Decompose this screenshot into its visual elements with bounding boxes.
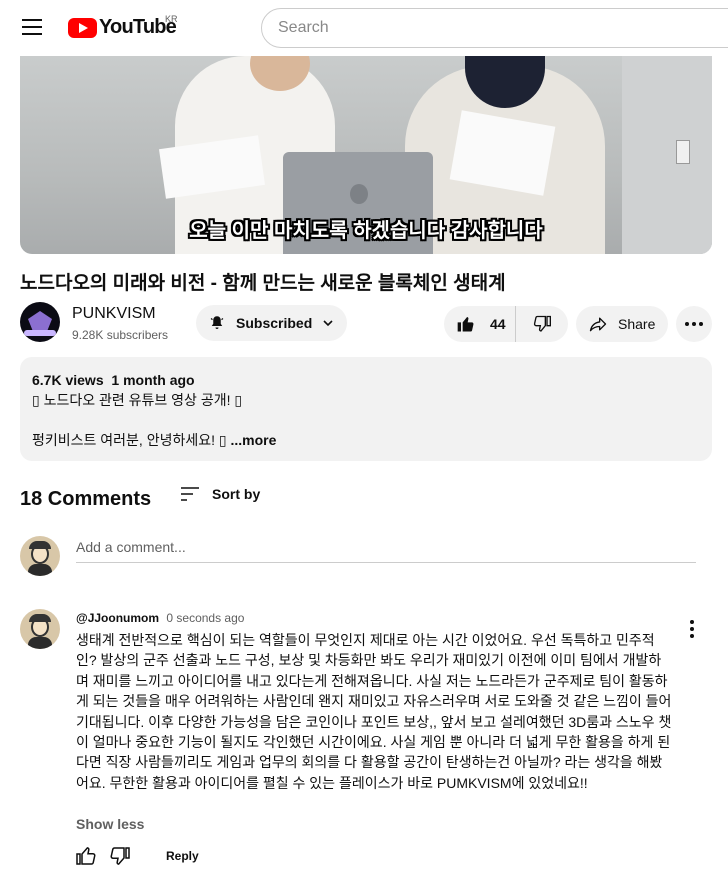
show-less-link[interactable]: Show less — [76, 816, 144, 832]
comment-menu-icon[interactable] — [684, 620, 700, 638]
comment-text: 생태계 전반적으로 핵심이 되는 역할들이 무엇인지 제대로 아는 시간 이었어… — [76, 632, 672, 791]
comment-header: @JJoonumom 0 seconds ago — [76, 611, 244, 625]
comment-time[interactable]: 0 seconds ago — [166, 611, 244, 625]
user-avatar — [20, 536, 60, 576]
subscribe-button[interactable]: Subscribed — [196, 305, 347, 341]
comment-avatar[interactable] — [20, 609, 60, 649]
chevron-down-icon — [323, 320, 333, 327]
more-actions-button[interactable] — [676, 306, 712, 342]
share-label: Share — [618, 316, 656, 332]
add-comment-input[interactable]: Add a comment... — [76, 539, 696, 563]
top-bar: YouTube KR Search — [0, 0, 728, 56]
subscribe-label: Subscribed — [236, 315, 313, 331]
country-code: KR — [165, 14, 178, 24]
like-button[interactable]: 44 — [444, 306, 516, 342]
dislike-button[interactable] — [516, 306, 568, 342]
thumbs-up-icon — [457, 317, 474, 332]
bell-icon — [210, 316, 224, 329]
apple-logo-icon — [350, 184, 368, 204]
view-count: 6.7K views — [32, 372, 104, 388]
description-line-2-wrap: 펑키비스트 여러분, 안녕하세요! ▯ ...more — [32, 430, 700, 450]
channel-name[interactable]: PUNKVISM — [72, 305, 156, 323]
video-title: 노드다오의 미래와 비전 - 함께 만드는 새로운 블록체인 생태계 — [20, 273, 506, 294]
like-dislike-group: 44 — [444, 306, 568, 342]
comment-actions: Reply — [74, 844, 199, 868]
sort-label: Sort by — [212, 486, 261, 502]
reply-button[interactable]: Reply — [166, 849, 199, 863]
sort-button[interactable]: Sort by — [180, 486, 260, 502]
video-caption: 오늘 이만 마치도록 하겠습니다 감사합니다 — [189, 220, 543, 242]
more-horizontal-icon — [685, 322, 703, 326]
upload-age: 1 month ago — [111, 372, 195, 388]
sort-icon — [181, 487, 199, 501]
menu-icon[interactable] — [22, 19, 42, 35]
avatar-body — [28, 637, 52, 649]
comment-like-icon[interactable] — [74, 844, 98, 868]
like-count: 44 — [490, 316, 506, 332]
description-line-2: 펑키비스트 여러분, 안녕하세요! ▯ — [32, 432, 227, 448]
youtube-logo[interactable]: YouTube — [68, 16, 177, 39]
subscriber-count: 9.28K subscribers — [72, 328, 169, 342]
description-box[interactable]: 6.7K views 1 month ago ▯ 노드다오 관련 유튜브 영상 … — [20, 357, 712, 461]
avatar-cap — [29, 541, 51, 549]
channel-avatar[interactable] — [20, 302, 60, 342]
share-button[interactable]: Share — [576, 306, 668, 342]
share-icon — [589, 317, 607, 332]
avatar-cap — [29, 614, 51, 622]
more-link[interactable]: ...more — [230, 432, 276, 448]
avatar-body — [28, 564, 52, 576]
thumbs-down-icon — [533, 315, 551, 332]
play-logo-icon — [68, 17, 97, 38]
video-player[interactable]: 오늘 이만 마치도록 하겠습니다 감사합니다 — [20, 56, 712, 254]
view-meta: 6.7K views 1 month ago — [32, 370, 700, 390]
search-input[interactable]: Search — [261, 8, 728, 48]
comments-count: 18 Comments — [20, 488, 152, 510]
video-switch-plate — [676, 140, 690, 164]
comment-author[interactable]: @JJoonumom — [76, 611, 159, 625]
comment-dislike-icon[interactable] — [108, 844, 132, 868]
description-line-1: ▯ 노드다오 관련 유튜브 영상 공개! ▯ — [32, 392, 243, 408]
